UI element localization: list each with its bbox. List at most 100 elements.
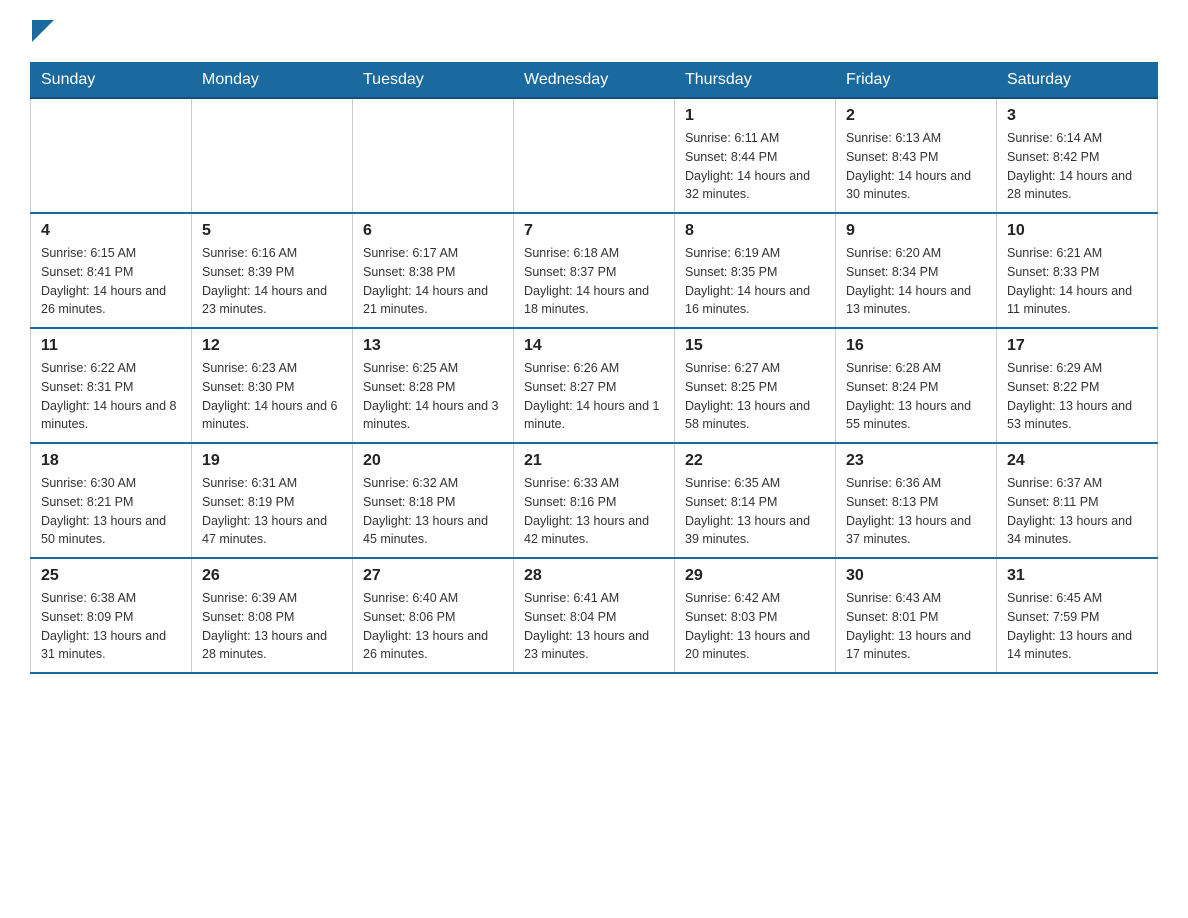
day-number: 15 [685, 337, 825, 355]
day-info: Sunrise: 6:42 AM Sunset: 8:03 PM Dayligh… [685, 589, 825, 664]
day-info: Sunrise: 6:41 AM Sunset: 8:04 PM Dayligh… [524, 589, 664, 664]
day-number: 24 [1007, 452, 1147, 470]
day-header-tuesday: Tuesday [353, 63, 514, 99]
day-info: Sunrise: 6:26 AM Sunset: 8:27 PM Dayligh… [524, 359, 664, 434]
day-number: 20 [363, 452, 503, 470]
calendar-cell: 3 Sunrise: 6:14 AM Sunset: 8:42 PM Daylig… [997, 98, 1158, 213]
day-info: Sunrise: 6:35 AM Sunset: 8:14 PM Dayligh… [685, 474, 825, 549]
calendar-cell: 12Sunrise: 6:23 AM Sunset: 8:30 PM Dayli… [192, 328, 353, 443]
day-number: 1 [685, 107, 825, 125]
day-number: 7 [524, 222, 664, 240]
day-info: Sunrise: 6:28 AM Sunset: 8:24 PM Dayligh… [846, 359, 986, 434]
day-info: Sunrise: 6:38 AM Sunset: 8:09 PM Dayligh… [41, 589, 181, 664]
day-number: 16 [846, 337, 986, 355]
day-number: 2 [846, 107, 986, 125]
day-info: Sunrise: 6:39 AM Sunset: 8:08 PM Dayligh… [202, 589, 342, 664]
calendar-table: SundayMondayTuesdayWednesdayThursdayFrid… [30, 62, 1158, 674]
day-info: Sunrise: 6:45 AM Sunset: 7:59 PM Dayligh… [1007, 589, 1147, 664]
calendar-week-row: 1 Sunrise: 6:11 AM Sunset: 8:44 PM Daylig… [31, 98, 1158, 213]
day-number: 31 [1007, 567, 1147, 585]
calendar-cell: 26 Sunrise: 6:39 AM Sunset: 8:08 PM Dayli… [192, 558, 353, 673]
day-number: 30 [846, 567, 986, 585]
day-number: 9 [846, 222, 986, 240]
day-number: 3 [1007, 107, 1147, 125]
day-info: Sunrise: 6:11 AM Sunset: 8:44 PM Dayligh… [685, 129, 825, 204]
calendar-cell: 11 Sunrise: 6:22 AM Sunset: 8:31 PM Dayli… [31, 328, 192, 443]
day-header-thursday: Thursday [675, 63, 836, 99]
day-number: 27 [363, 567, 503, 585]
calendar-cell: 28Sunrise: 6:41 AM Sunset: 8:04 PM Dayli… [514, 558, 675, 673]
day-header-wednesday: Wednesday [514, 63, 675, 99]
day-info: Sunrise: 6:16 AM Sunset: 8:39 PM Dayligh… [202, 244, 342, 319]
calendar-cell [353, 98, 514, 213]
day-number: 23 [846, 452, 986, 470]
day-number: 10 [1007, 222, 1147, 240]
day-info: Sunrise: 6:37 AM Sunset: 8:11 PM Dayligh… [1007, 474, 1147, 549]
day-info: Sunrise: 6:20 AM Sunset: 8:34 PM Dayligh… [846, 244, 986, 319]
calendar-cell: 13 Sunrise: 6:25 AM Sunset: 8:28 PM Dayli… [353, 328, 514, 443]
calendar-cell: 4 Sunrise: 6:15 AM Sunset: 8:41 PM Daylig… [31, 213, 192, 328]
calendar-cell [514, 98, 675, 213]
calendar-header-row: SundayMondayTuesdayWednesdayThursdayFrid… [31, 63, 1158, 99]
calendar-week-row: 11 Sunrise: 6:22 AM Sunset: 8:31 PM Dayli… [31, 328, 1158, 443]
calendar-cell: 20Sunrise: 6:32 AM Sunset: 8:18 PM Dayli… [353, 443, 514, 558]
day-number: 11 [41, 337, 181, 355]
day-info: Sunrise: 6:27 AM Sunset: 8:25 PM Dayligh… [685, 359, 825, 434]
calendar-week-row: 18Sunrise: 6:30 AM Sunset: 8:21 PM Dayli… [31, 443, 1158, 558]
calendar-cell: 5 Sunrise: 6:16 AM Sunset: 8:39 PM Daylig… [192, 213, 353, 328]
calendar-cell [192, 98, 353, 213]
day-number: 8 [685, 222, 825, 240]
day-number: 13 [363, 337, 503, 355]
calendar-cell [31, 98, 192, 213]
day-number: 18 [41, 452, 181, 470]
calendar-cell: 9 Sunrise: 6:20 AM Sunset: 8:34 PM Daylig… [836, 213, 997, 328]
logo-arrow-icon [32, 20, 54, 42]
day-info: Sunrise: 6:36 AM Sunset: 8:13 PM Dayligh… [846, 474, 986, 549]
calendar-cell: 30 Sunrise: 6:43 AM Sunset: 8:01 PM Dayli… [836, 558, 997, 673]
day-number: 29 [685, 567, 825, 585]
day-number: 4 [41, 222, 181, 240]
logo [30, 20, 60, 42]
calendar-week-row: 25Sunrise: 6:38 AM Sunset: 8:09 PM Dayli… [31, 558, 1158, 673]
day-info: Sunrise: 6:14 AM Sunset: 8:42 PM Dayligh… [1007, 129, 1147, 204]
day-info: Sunrise: 6:19 AM Sunset: 8:35 PM Dayligh… [685, 244, 825, 319]
page-header [30, 20, 1158, 42]
day-info: Sunrise: 6:18 AM Sunset: 8:37 PM Dayligh… [524, 244, 664, 319]
day-number: 6 [363, 222, 503, 240]
calendar-cell: 14 Sunrise: 6:26 AM Sunset: 8:27 PM Dayli… [514, 328, 675, 443]
calendar-cell: 18Sunrise: 6:30 AM Sunset: 8:21 PM Dayli… [31, 443, 192, 558]
day-info: Sunrise: 6:22 AM Sunset: 8:31 PM Dayligh… [41, 359, 181, 434]
day-info: Sunrise: 6:17 AM Sunset: 8:38 PM Dayligh… [363, 244, 503, 319]
day-info: Sunrise: 6:29 AM Sunset: 8:22 PM Dayligh… [1007, 359, 1147, 434]
day-number: 14 [524, 337, 664, 355]
day-info: Sunrise: 6:40 AM Sunset: 8:06 PM Dayligh… [363, 589, 503, 664]
day-info: Sunrise: 6:15 AM Sunset: 8:41 PM Dayligh… [41, 244, 181, 319]
day-number: 19 [202, 452, 342, 470]
day-number: 22 [685, 452, 825, 470]
day-header-monday: Monday [192, 63, 353, 99]
day-header-saturday: Saturday [997, 63, 1158, 99]
day-number: 5 [202, 222, 342, 240]
day-info: Sunrise: 6:25 AM Sunset: 8:28 PM Dayligh… [363, 359, 503, 434]
calendar-cell: 25Sunrise: 6:38 AM Sunset: 8:09 PM Dayli… [31, 558, 192, 673]
day-header-sunday: Sunday [31, 63, 192, 99]
calendar-cell: 31 Sunrise: 6:45 AM Sunset: 7:59 PM Dayli… [997, 558, 1158, 673]
day-info: Sunrise: 6:21 AM Sunset: 8:33 PM Dayligh… [1007, 244, 1147, 319]
calendar-week-row: 4 Sunrise: 6:15 AM Sunset: 8:41 PM Daylig… [31, 213, 1158, 328]
calendar-cell: 27 Sunrise: 6:40 AM Sunset: 8:06 PM Dayli… [353, 558, 514, 673]
calendar-cell: 15 Sunrise: 6:27 AM Sunset: 8:25 PM Dayli… [675, 328, 836, 443]
day-info: Sunrise: 6:23 AM Sunset: 8:30 PM Dayligh… [202, 359, 342, 434]
calendar-cell: 21Sunrise: 6:33 AM Sunset: 8:16 PM Dayli… [514, 443, 675, 558]
calendar-cell: 23 Sunrise: 6:36 AM Sunset: 8:13 PM Dayli… [836, 443, 997, 558]
calendar-cell: 1 Sunrise: 6:11 AM Sunset: 8:44 PM Daylig… [675, 98, 836, 213]
calendar-cell: 19Sunrise: 6:31 AM Sunset: 8:19 PM Dayli… [192, 443, 353, 558]
calendar-cell: 24 Sunrise: 6:37 AM Sunset: 8:11 PM Dayli… [997, 443, 1158, 558]
day-info: Sunrise: 6:43 AM Sunset: 8:01 PM Dayligh… [846, 589, 986, 664]
calendar-cell: 2 Sunrise: 6:13 AM Sunset: 8:43 PM Daylig… [836, 98, 997, 213]
calendar-cell: 7 Sunrise: 6:18 AM Sunset: 8:37 PM Daylig… [514, 213, 675, 328]
calendar-cell: 10 Sunrise: 6:21 AM Sunset: 8:33 PM Dayli… [997, 213, 1158, 328]
day-number: 21 [524, 452, 664, 470]
day-info: Sunrise: 6:13 AM Sunset: 8:43 PM Dayligh… [846, 129, 986, 204]
day-number: 26 [202, 567, 342, 585]
calendar-cell: 22 Sunrise: 6:35 AM Sunset: 8:14 PM Dayli… [675, 443, 836, 558]
